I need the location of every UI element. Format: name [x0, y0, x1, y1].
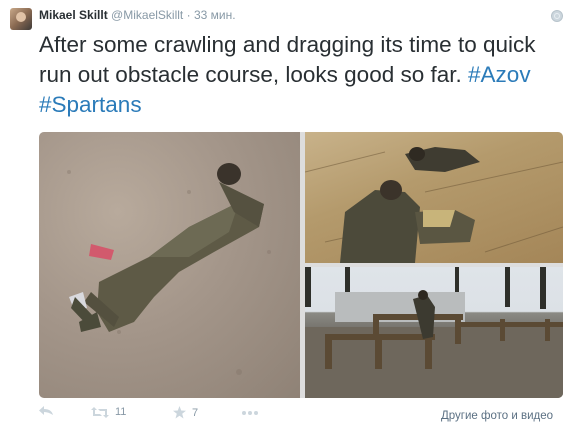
author-handle[interactable]: @MikaelSkillt: [111, 8, 183, 22]
tweet-body: After some crawling and dragging its tim…: [39, 32, 536, 87]
separator: ·: [186, 8, 191, 22]
reply-icon: [39, 406, 53, 415]
star-icon: [173, 406, 186, 419]
author-name[interactable]: Mikael Skillt: [39, 8, 108, 22]
retweet-button[interactable]: 11: [91, 406, 126, 418]
favorite-count: 7: [192, 406, 199, 419]
favorite-button[interactable]: 7: [173, 406, 198, 419]
globe-icon: [551, 10, 563, 22]
tweet-text: After some crawling and dragging its tim…: [39, 30, 559, 120]
tweet-timestamp[interactable]: 33 мин.: [194, 8, 236, 22]
tweet-actions: 11 7 Другие фото и видео: [39, 406, 570, 422]
reply-button[interactable]: [39, 406, 53, 415]
media-grid: [39, 132, 563, 398]
media-photo-2[interactable]: [305, 132, 563, 263]
more-icon: [242, 411, 258, 415]
retweet-count: 11: [115, 406, 127, 418]
retweet-icon: [91, 406, 109, 418]
media-photo-1[interactable]: [39, 132, 300, 398]
hashtag-spartans[interactable]: #Spartans: [39, 92, 142, 117]
tweet-header: Mikael Skillt @MikaelSkillt · 33 мин.: [39, 8, 236, 22]
more-media-link[interactable]: Другие фото и видео: [441, 410, 553, 422]
media-photo-3[interactable]: [305, 267, 563, 398]
more-button[interactable]: [241, 410, 259, 416]
author-avatar[interactable]: [10, 8, 32, 30]
hashtag-azov[interactable]: #Azov: [468, 62, 531, 87]
